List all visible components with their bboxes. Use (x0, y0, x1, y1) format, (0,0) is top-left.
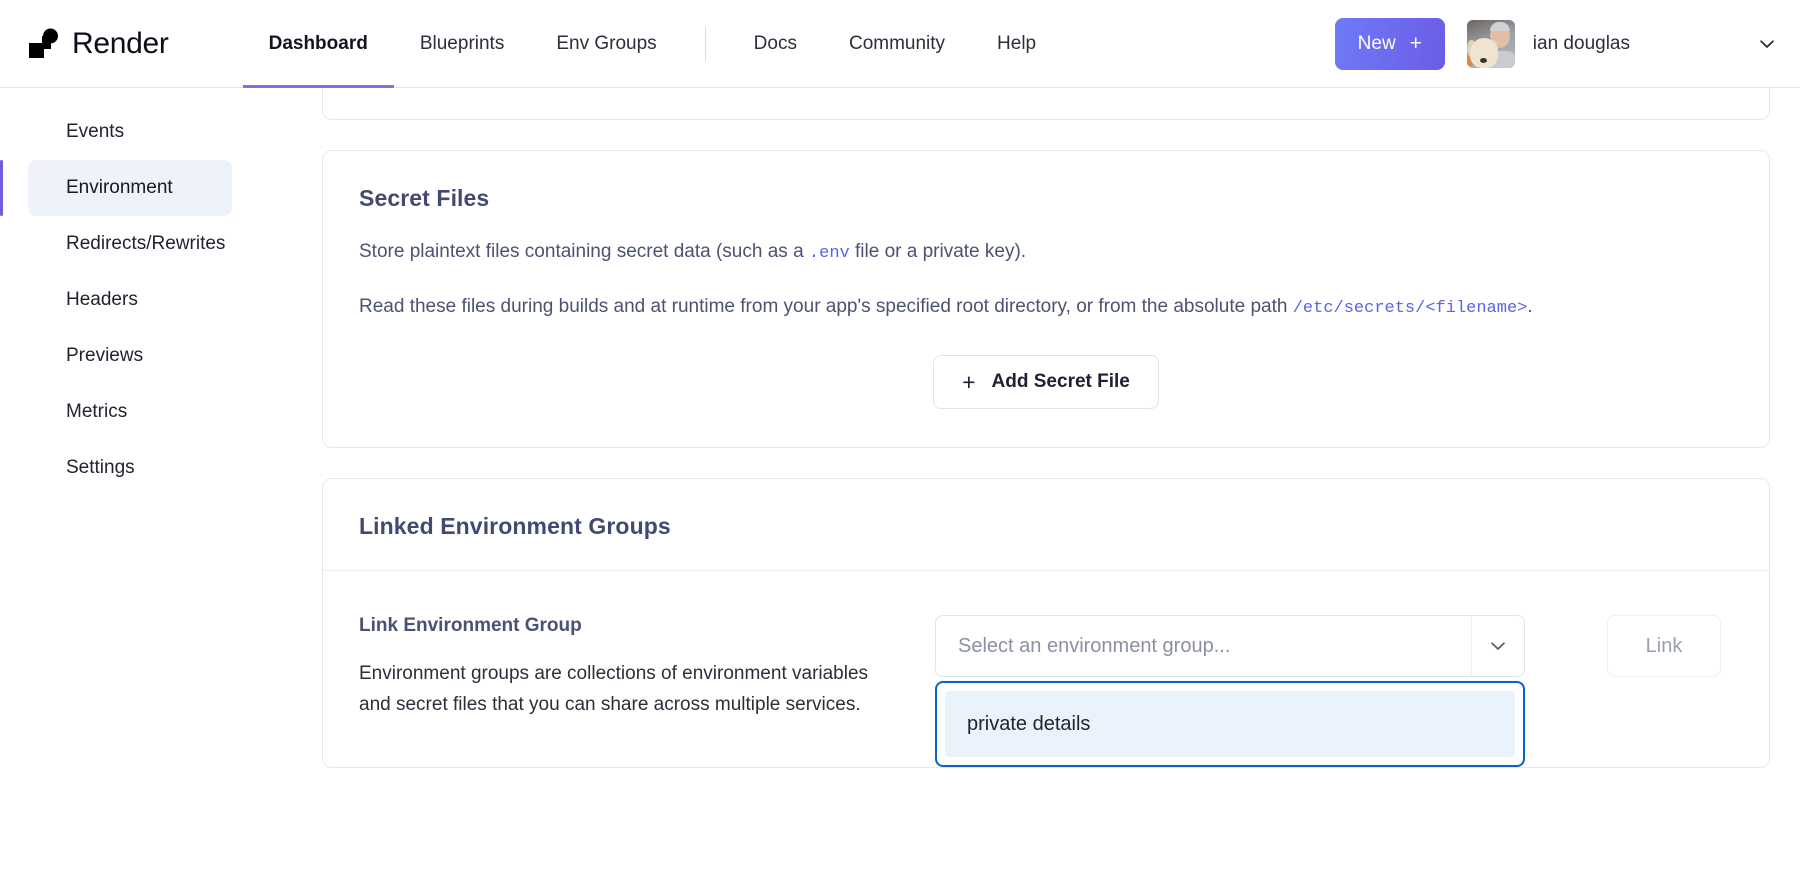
chevron-down-icon[interactable] (1756, 33, 1778, 55)
sidebar-item-previews-label: Previews (66, 345, 144, 366)
secret-files-description-2-after: . (1527, 295, 1533, 317)
nav-item-env-groups[interactable]: Env Groups (530, 0, 682, 88)
link-environment-group-row: Link Environment Group Environment group… (323, 571, 1769, 767)
secret-files-body: Secret Files Store plaintext files conta… (323, 151, 1769, 447)
sidebar-item-environment[interactable]: Environment (0, 160, 232, 216)
secret-files-description-1-after: file or a private key). (849, 241, 1027, 262)
linked-environment-groups-header: Linked Environment Groups (323, 479, 1769, 571)
linked-environment-groups-card: Linked Environment Groups Link Environme… (322, 478, 1770, 768)
nav-item-env-groups-label: Env Groups (556, 32, 657, 54)
secret-files-title: Secret Files (359, 185, 490, 211)
sidebar-item-events-label: Events (66, 121, 125, 142)
new-button-label: New (1357, 32, 1396, 54)
nav-item-docs-label: Docs (753, 32, 797, 54)
nav-item-dashboard-label: Dashboard (268, 32, 368, 54)
link-environment-group-label: Link Environment Group (359, 615, 582, 636)
previous-card-partial (322, 88, 1770, 120)
nav-item-community-label: Community (848, 32, 946, 54)
sidebar-item-metrics-label: Metrics (66, 401, 128, 422)
header-right-cluster: New + ian douglas (1334, 17, 1800, 70)
brand-logo[interactable]: Render (28, 27, 169, 61)
chevron-down-icon[interactable] (1472, 635, 1524, 657)
select-indicators (1471, 616, 1524, 676)
render-logo-icon (28, 28, 60, 60)
environment-group-select-placeholder: Select an environment group... (958, 634, 1231, 657)
environment-group-option-label: private details (967, 712, 1091, 735)
avatar[interactable] (1466, 19, 1515, 68)
nav-item-blueprints-label: Blueprints (419, 32, 505, 54)
link-environment-group-description: Environment groups are collections of en… (359, 663, 869, 715)
secondary-nav: Docs Community Help (728, 0, 1062, 88)
nav-item-docs[interactable]: Docs (728, 0, 823, 88)
link-environment-group-info: Link Environment Group Environment group… (359, 615, 929, 721)
environment-group-option[interactable]: private details (945, 691, 1515, 757)
main-content: Secret Files Store plaintext files conta… (268, 88, 1800, 877)
secret-files-env-code: .env (808, 244, 850, 263)
add-secret-file-button[interactable]: + Add Secret File (933, 355, 1159, 409)
brand-name: Render (72, 26, 169, 60)
avatar-dog-head (1469, 37, 1498, 68)
environment-group-select-wrapper: Select an environment group... private d… (935, 615, 1525, 767)
primary-nav: Dashboard Blueprints Env Groups Docs Com… (242, 0, 1063, 88)
secret-files-description-1-before: Store plaintext files containing secret … (359, 241, 809, 262)
sidebar: Events Environment Redirects/Rewrites He… (0, 88, 268, 877)
sidebar-item-redirects-rewrites[interactable]: Redirects/Rewrites (28, 216, 232, 272)
sidebar-item-redirects-rewrites-label: Redirects/Rewrites (66, 233, 226, 254)
nav-divider (704, 26, 706, 61)
plus-icon: + (1409, 32, 1422, 55)
sidebar-item-headers-label: Headers (66, 289, 138, 310)
sidebar-item-environment-label: Environment (66, 177, 173, 198)
linked-environment-groups-title: Linked Environment Groups (359, 513, 671, 539)
nav-item-community[interactable]: Community (823, 0, 971, 88)
secret-files-description-1: Store plaintext files containing secret … (359, 238, 1733, 267)
secret-files-description-2-before: Read these files during builds and at ru… (359, 295, 1293, 317)
environment-group-select[interactable]: Select an environment group... (935, 615, 1525, 677)
plus-icon: + (962, 368, 976, 395)
link-button-wrapper: Link (1607, 615, 1721, 677)
nav-item-dashboard[interactable]: Dashboard (242, 0, 395, 88)
add-secret-file-row: + Add Secret File (359, 355, 1733, 409)
sidebar-item-previews[interactable]: Previews (28, 328, 232, 384)
add-secret-file-label: Add Secret File (991, 371, 1130, 392)
secret-files-card: Secret Files Store plaintext files conta… (322, 150, 1770, 448)
secret-files-description-2: Read these files during builds and at ru… (359, 293, 1733, 322)
nav-item-blueprints[interactable]: Blueprints (394, 0, 531, 88)
username-label: ian douglas (1532, 32, 1630, 54)
nav-item-help-label: Help (997, 32, 1037, 54)
nav-item-help[interactable]: Help (971, 0, 1062, 88)
link-button-label: Link (1645, 634, 1683, 657)
top-header: Render Dashboard Blueprints Env Groups D… (0, 0, 1800, 88)
sidebar-item-events[interactable]: Events (28, 104, 232, 160)
app-page: Render Dashboard Blueprints Env Groups D… (0, 0, 1800, 877)
environment-group-option-list: private details (935, 681, 1525, 767)
sidebar-item-settings[interactable]: Settings (28, 440, 232, 496)
sidebar-item-metrics[interactable]: Metrics (28, 384, 232, 440)
sidebar-item-headers[interactable]: Headers (28, 272, 232, 328)
secret-files-path-code: /etc/secrets/<filename> (1292, 298, 1528, 318)
sidebar-item-settings-label: Settings (66, 457, 135, 478)
link-button[interactable]: Link (1607, 615, 1721, 677)
new-button[interactable]: New + (1334, 17, 1445, 70)
avatar-dog-nose (1479, 57, 1487, 63)
